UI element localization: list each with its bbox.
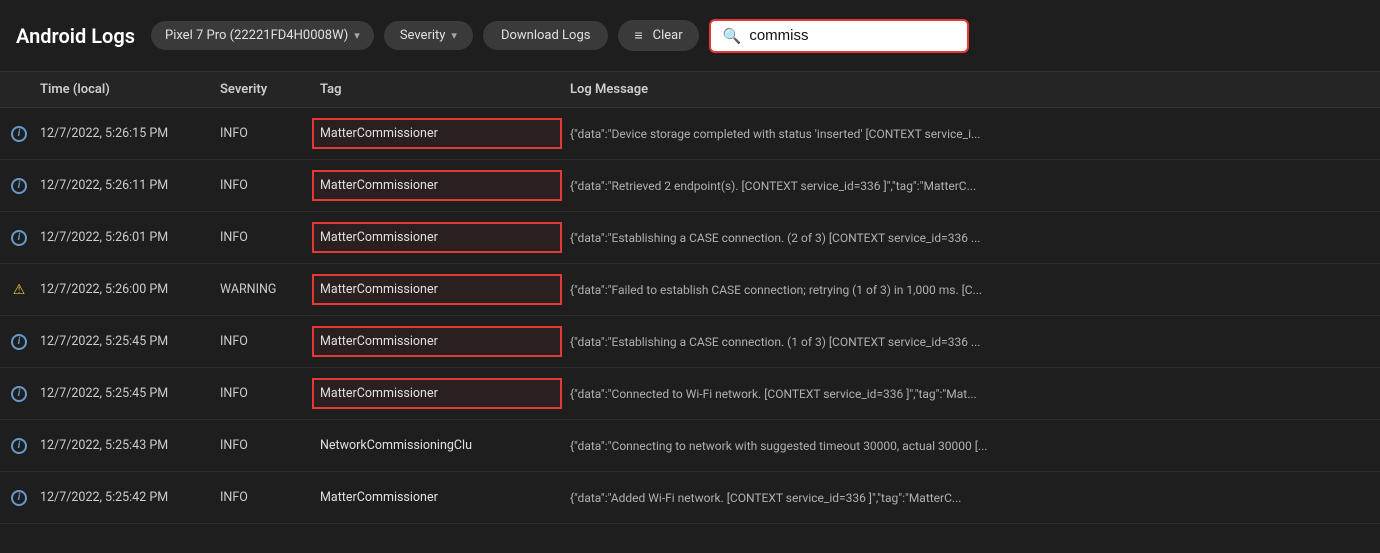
log-message: {"data":"Device storage completed with s… xyxy=(562,119,1380,149)
table-row[interactable]: ⚠ 12/7/2022, 5:26:00 PMWARNINGMatterCommi… xyxy=(0,264,1380,316)
table-row[interactable]: i 12/7/2022, 5:25:42 PMINFOMatterCommissi… xyxy=(0,472,1380,524)
info-icon: i xyxy=(11,230,27,246)
log-severity: INFO xyxy=(212,118,312,149)
log-message: {"data":"Connecting to network with sugg… xyxy=(562,431,1380,461)
log-time: 12/7/2022, 5:26:11 PM xyxy=(32,170,212,201)
table-body: i12/7/2022, 5:26:15 PMINFOMatterCommissi… xyxy=(0,108,1380,545)
log-time: 12/7/2022, 5:25:45 PM xyxy=(32,326,212,357)
search-wrapper: 🔍 xyxy=(709,19,969,53)
log-tag: MatterCommissioner xyxy=(312,482,562,513)
table-row[interactable]: i 12/7/2022, 5:25:45 PMINFOMatterCommissi… xyxy=(0,368,1380,420)
log-severity: INFO xyxy=(212,326,312,357)
log-time: 12/7/2022, 5:25:43 PM xyxy=(32,430,212,461)
search-icon: 🔍 xyxy=(723,27,742,45)
log-message: {"data":"Establishing a CASE connection.… xyxy=(562,327,1380,357)
info-icon: i xyxy=(11,334,27,350)
log-tag: NetworkCommissioningClu xyxy=(312,430,562,461)
log-severity: INFO xyxy=(212,170,312,201)
log-message: {"data":"Added Wi-Fi network. [CONTEXT s… xyxy=(562,483,1380,513)
log-severity: INFO xyxy=(212,482,312,513)
table-row[interactable]: i 12/7/2022, 5:26:15 PMINFOMatterCommissi… xyxy=(0,108,1380,160)
log-tag: MatterCommissioner xyxy=(312,222,562,253)
log-tag: MatterCommissioner xyxy=(312,118,562,149)
info-icon: i xyxy=(11,126,27,142)
col-icon xyxy=(0,82,32,97)
download-logs-button[interactable]: Download Logs xyxy=(483,21,609,50)
list-icon: ≡ xyxy=(634,27,642,44)
log-tag: MatterCommissioner xyxy=(312,170,562,201)
device-label: Pixel 7 Pro (22221FD4H0008W) xyxy=(165,28,348,43)
col-severity: Severity xyxy=(212,82,312,97)
chevron-down-icon: ▾ xyxy=(451,29,457,42)
col-time: Time (local) xyxy=(32,82,212,97)
log-tag: MatterCommissioner xyxy=(312,326,562,357)
log-message: {"data":"Retrieved 2 endpoint(s). [CONTE… xyxy=(562,171,1380,201)
table-header: Time (local) Severity Tag Log Message xyxy=(0,72,1380,108)
app-title: Android Logs xyxy=(16,24,135,48)
col-tag: Tag xyxy=(312,82,562,97)
severity-dropdown[interactable]: Severity ▾ xyxy=(384,21,473,50)
log-message: {"data":"Connected to Wi-Fi network. [CO… xyxy=(562,379,1380,409)
table-row[interactable]: i 12/7/2022, 5:25:45 PMINFOMatterCommissi… xyxy=(0,316,1380,368)
log-severity: WARNING xyxy=(212,274,312,305)
info-icon: i xyxy=(11,178,27,194)
log-message: {"data":"Establishing a CASE connection.… xyxy=(562,223,1380,253)
log-tag: MatterCommissioner xyxy=(312,274,562,305)
device-selector[interactable]: Pixel 7 Pro (22221FD4H0008W) ▾ xyxy=(151,21,374,50)
log-time: 12/7/2022, 5:25:45 PM xyxy=(32,378,212,409)
table-row[interactable]: i 12/7/2022, 5:26:01 PMINFOMatterCommissi… xyxy=(0,212,1380,264)
severity-label: Severity xyxy=(400,28,446,43)
col-message: Log Message xyxy=(562,82,1380,97)
clear-label: Clear xyxy=(653,28,683,43)
log-time: 12/7/2022, 5:26:00 PM xyxy=(32,274,212,305)
info-icon: i xyxy=(11,438,27,454)
log-severity: INFO xyxy=(212,222,312,253)
log-tag: MatterCommissioner xyxy=(312,378,562,409)
clear-button[interactable]: ≡ Clear xyxy=(618,20,698,51)
log-severity: INFO xyxy=(212,430,312,461)
info-icon: i xyxy=(11,386,27,402)
info-icon: i xyxy=(11,490,27,506)
header: Android Logs Pixel 7 Pro (22221FD4H0008W… xyxy=(0,0,1380,72)
log-time: 12/7/2022, 5:26:01 PM xyxy=(32,222,212,253)
log-time: 12/7/2022, 5:25:42 PM xyxy=(32,482,212,513)
table-row[interactable]: i 12/7/2022, 5:26:11 PMINFOMatterCommissi… xyxy=(0,160,1380,212)
download-label: Download Logs xyxy=(501,28,591,43)
log-message: {"data":"Failed to establish CASE connec… xyxy=(562,275,1380,305)
table-row[interactable]: i 12/7/2022, 5:25:43 PMINFONetworkCommiss… xyxy=(0,420,1380,472)
log-severity: INFO xyxy=(212,378,312,409)
chevron-down-icon: ▾ xyxy=(354,29,360,42)
search-input[interactable] xyxy=(749,27,954,44)
log-time: 12/7/2022, 5:26:15 PM xyxy=(32,118,212,149)
warning-icon: ⚠ xyxy=(11,282,27,298)
